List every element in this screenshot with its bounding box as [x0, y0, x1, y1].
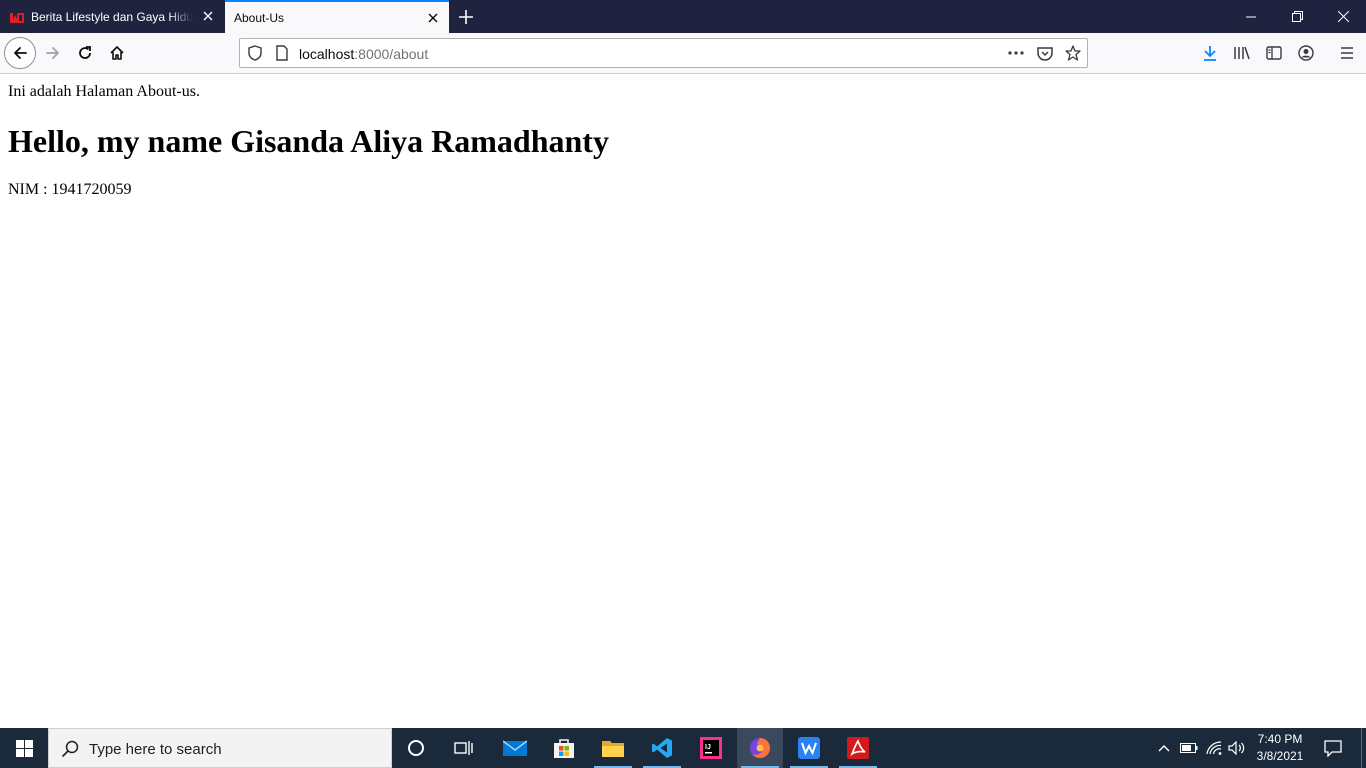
- taskbar: Type here to search IJ 7:40 PM 3/8/2021: [0, 728, 1366, 768]
- wifi-icon[interactable]: [1203, 728, 1225, 768]
- notification-icon[interactable]: [1318, 728, 1348, 768]
- battery-icon[interactable]: [1178, 728, 1200, 768]
- library-icon[interactable]: [1232, 43, 1252, 63]
- pocket-icon[interactable]: [1037, 45, 1053, 61]
- volume-icon[interactable]: [1226, 728, 1248, 768]
- cortana-icon[interactable]: [393, 728, 439, 768]
- mail-icon[interactable]: [492, 728, 538, 768]
- sidebar-icon[interactable]: [1264, 43, 1284, 63]
- file-explorer-icon[interactable]: [590, 728, 636, 768]
- vscode-icon[interactable]: [639, 728, 685, 768]
- tab-berita-lifestyle[interactable]: Berita Lifestyle dan Gaya Hidup: [0, 0, 224, 33]
- nav-bar: localhost:8000/about: [0, 33, 1366, 74]
- windows-start-icon[interactable]: [0, 728, 48, 768]
- page-heading: Hello, my name Gisanda Aliya Ramadhanty: [8, 123, 609, 159]
- wps-writer-icon[interactable]: [786, 728, 832, 768]
- home-button[interactable]: [101, 37, 133, 69]
- intro-text: Ini adalah Halaman About-us.: [8, 83, 200, 100]
- back-button[interactable]: [4, 37, 36, 69]
- menu-icon[interactable]: [1337, 43, 1357, 63]
- firefox-icon[interactable]: [737, 728, 783, 768]
- new-tab-icon[interactable]: [455, 6, 477, 28]
- url-bar[interactable]: localhost:8000/about: [239, 38, 1088, 68]
- clock[interactable]: 7:40 PM 3/8/2021: [1248, 731, 1312, 765]
- store-icon[interactable]: [541, 728, 587, 768]
- show-desktop-button[interactable]: [1361, 728, 1366, 768]
- minimize-icon[interactable]: [1228, 0, 1274, 33]
- tab-title: About-Us: [234, 10, 285, 25]
- tab-strip: Berita Lifestyle dan Gaya Hidup About-Us: [0, 0, 1366, 33]
- page-content: Ini adalah Halaman About-us. Hello, my n…: [0, 74, 1366, 728]
- close-window-icon[interactable]: [1320, 0, 1366, 33]
- show-hidden-icons-icon[interactable]: [1154, 728, 1174, 768]
- nim-text: NIM : 1941720059: [8, 181, 132, 198]
- close-tab-icon[interactable]: [200, 8, 216, 24]
- intellij-icon[interactable]: IJ: [688, 728, 734, 768]
- clock-date: 3/8/2021: [1256, 749, 1304, 763]
- search-placeholder: Type here to search: [89, 741, 222, 758]
- url-host: localhost: [299, 46, 355, 62]
- more-actions-icon[interactable]: [1008, 45, 1024, 61]
- tab-about-us[interactable]: About-Us: [225, 0, 449, 33]
- clock-time: 7:40 PM: [1257, 732, 1303, 746]
- downloads-icon[interactable]: [1200, 43, 1220, 63]
- search-icon: [61, 740, 79, 758]
- url-text: localhost:8000/about: [299, 46, 428, 62]
- svg-text:IJ: IJ: [705, 744, 711, 751]
- tempo-logo-icon: [9, 9, 25, 25]
- bookmark-star-icon[interactable]: [1065, 45, 1081, 61]
- taskbar-search-box[interactable]: Type here to search: [48, 728, 392, 768]
- shield-icon[interactable]: [247, 45, 263, 61]
- forward-button[interactable]: [37, 37, 69, 69]
- task-view-icon[interactable]: [441, 728, 487, 768]
- close-tab-icon[interactable]: [425, 10, 441, 26]
- restore-icon[interactable]: [1274, 0, 1320, 33]
- acrobat-icon[interactable]: [835, 728, 881, 768]
- page-info-icon[interactable]: [274, 45, 290, 61]
- reload-button[interactable]: [69, 37, 101, 69]
- account-icon[interactable]: [1296, 43, 1316, 63]
- url-path: :8000/about: [354, 46, 429, 62]
- tab-title: Berita Lifestyle dan Gaya Hidup: [31, 9, 193, 24]
